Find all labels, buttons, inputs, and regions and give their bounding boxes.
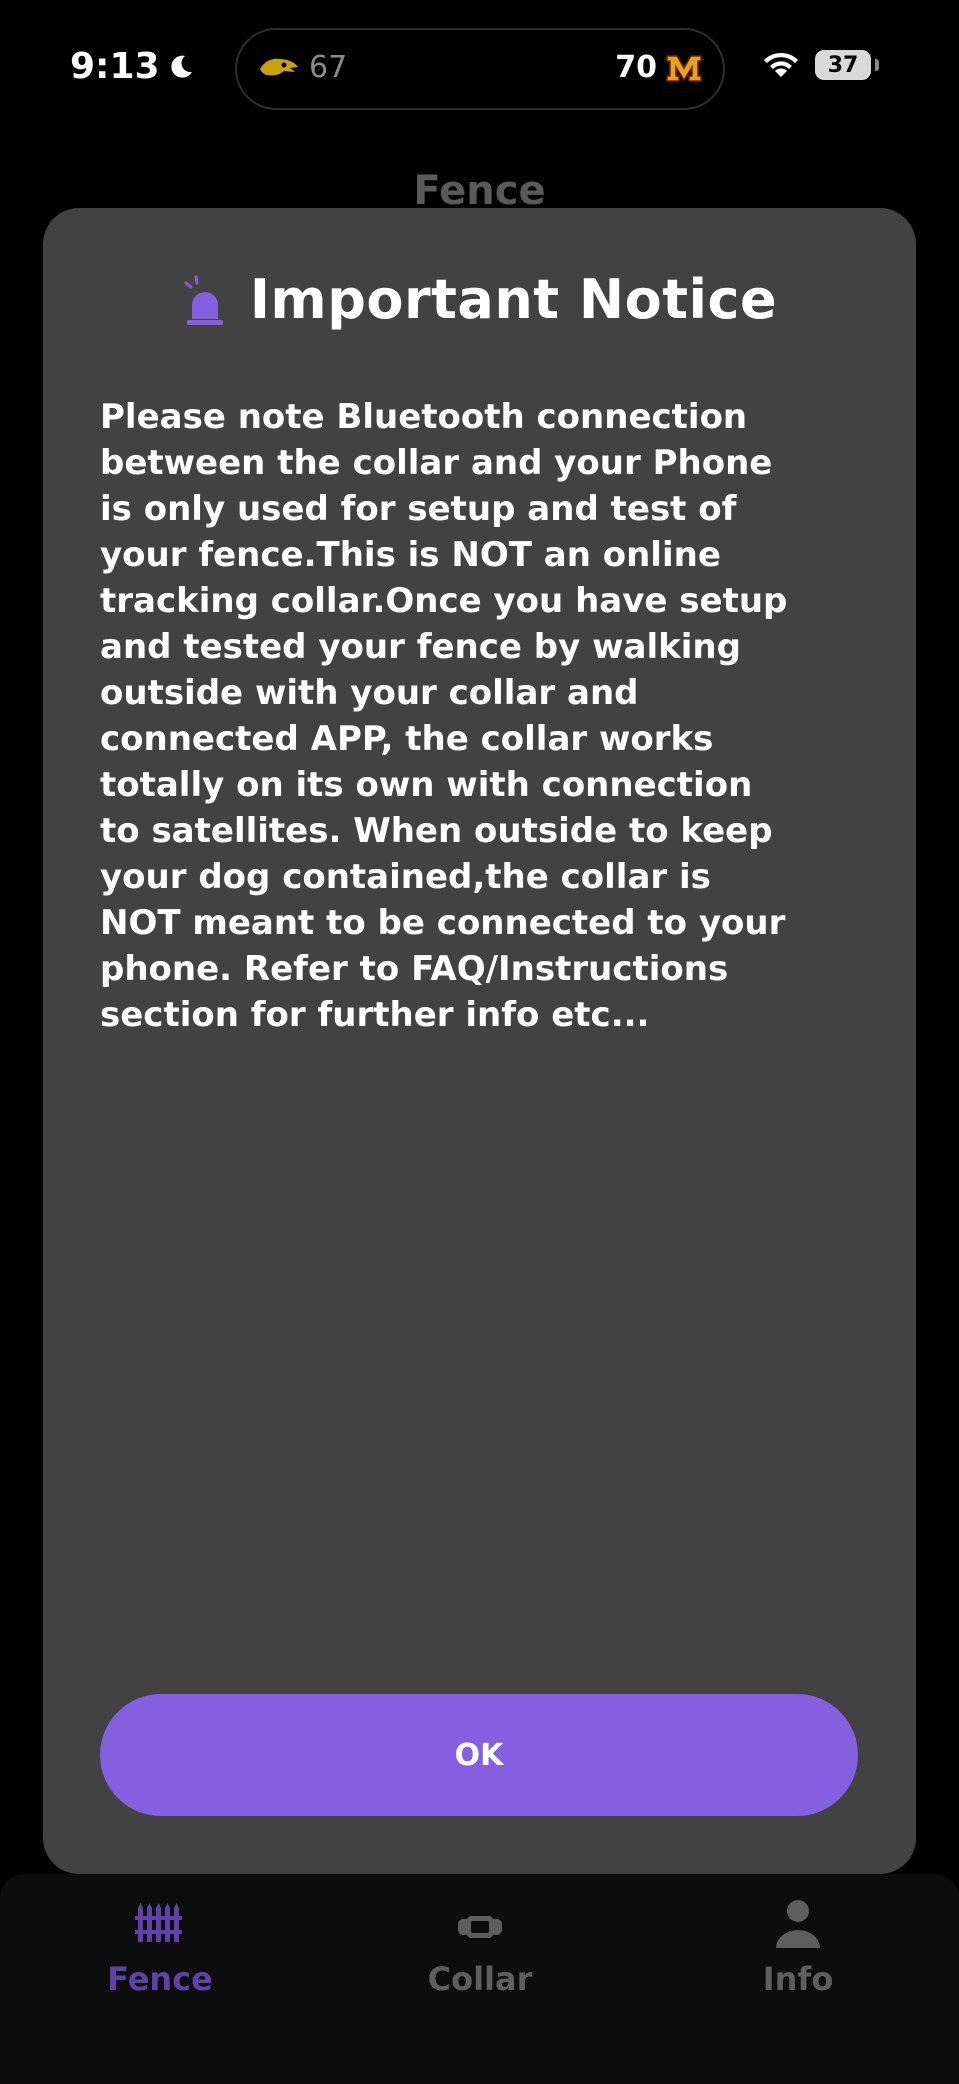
gophers-logo-icon [666, 54, 702, 82]
status-right-group: 37 [761, 50, 879, 80]
notice-modal: Important Notice Please note Bluetooth c… [43, 208, 916, 1874]
person-icon [776, 1900, 820, 1948]
battery-indicator: 37 [815, 50, 871, 80]
hawkeye-logo-icon [260, 58, 298, 75]
collar-icon [458, 1916, 502, 1938]
status-time-group: 9:13 [70, 46, 196, 87]
tab-info[interactable]: Info [678, 1894, 918, 1998]
modal-message: Please note Bluetooth connection between… [100, 397, 788, 1035]
screen: 9:13 67 70 37 Fence Important Notice Ple… [0, 0, 959, 2084]
wifi-icon [764, 52, 798, 77]
tab-fence[interactable]: Fence [40, 1894, 280, 1998]
ok-button[interactable]: OK [100, 1694, 858, 1816]
status-time: 9:13 [70, 46, 160, 87]
tab-collar[interactable]: Collar [360, 1894, 600, 1998]
tab-label-collar: Collar [427, 1960, 533, 1998]
siren-icon [184, 275, 223, 325]
modal-header: Important Notice [43, 268, 916, 331]
score-right: 70 [615, 50, 657, 85]
dynamic-island[interactable]: 67 70 [235, 28, 725, 110]
score-left: 67 [309, 50, 348, 85]
status-bar: 9:13 67 70 37 [0, 0, 959, 140]
score-right-group: 70 [615, 50, 703, 85]
moon-icon [170, 55, 192, 78]
battery-level: 37 [827, 52, 859, 78]
battery-nub [875, 59, 879, 71]
tab-label-fence: Fence [107, 1960, 213, 1998]
fence-icon [135, 1903, 182, 1942]
tab-label-info: Info [762, 1960, 834, 1998]
score-left-group: 67 [257, 50, 347, 85]
modal-title: Important Notice [249, 268, 778, 331]
tab-bar: Fence Collar Info [0, 1874, 959, 2084]
